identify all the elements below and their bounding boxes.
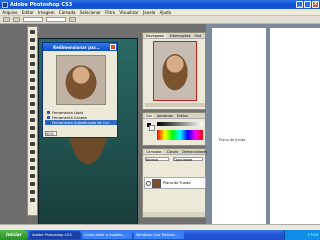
dodge-tool-icon[interactable]	[28, 132, 37, 139]
taskbar-item-messenger[interactable]: Windows Live Messen...	[134, 231, 184, 239]
taskbar-item-photoshop[interactable]: Adobe Photoshop CS3	[30, 231, 80, 239]
dialog-preview	[56, 55, 106, 105]
gray-slider[interactable]	[157, 122, 203, 126]
brush-picker[interactable]	[13, 17, 20, 22]
gradient-tool-icon[interactable]	[28, 116, 37, 123]
resize-dialog: Redimensionar par... Ferramenta Lápis Fe…	[42, 42, 118, 138]
opacity-field[interactable]	[46, 17, 66, 22]
eyedropper-tool-icon[interactable]	[28, 180, 37, 187]
toolbox	[27, 26, 38, 216]
tab-amostras[interactable]: Amostras	[157, 114, 173, 118]
dialog-zoom-field[interactable]: 50%	[45, 131, 57, 136]
menu-imagem[interactable]: Imagem	[38, 10, 54, 15]
background-color-swatch[interactable]	[149, 125, 155, 131]
document-page-right	[270, 28, 320, 224]
marquee-tool-icon[interactable]	[28, 36, 37, 43]
menu-janela[interactable]: Janela	[143, 10, 155, 15]
layer-name: Plano de Fundo	[163, 181, 191, 185]
taskbar-item-browser[interactable]: Como fazer o modelo...	[82, 231, 132, 239]
color-replace-icon	[47, 121, 50, 124]
close-button[interactable]: x	[312, 1, 319, 8]
opacity-field[interactable]: Opacidade	[173, 157, 203, 162]
color-ramp[interactable]	[157, 130, 203, 140]
shape-tool-icon[interactable]	[28, 164, 37, 171]
layers-panel: Camadas Canais Demarcadores Normal Opaci…	[142, 148, 207, 218]
eye-icon[interactable]	[146, 180, 151, 186]
layer-thumbnail	[152, 178, 161, 188]
document-page: Plano de fundo	[212, 28, 266, 224]
type-tool-icon[interactable]	[28, 148, 37, 155]
lasso-tool-icon[interactable]	[28, 44, 37, 51]
stamp-tool-icon[interactable]	[28, 92, 37, 99]
tab-informacoes[interactable]: Informações	[170, 34, 191, 38]
start-button[interactable]: Iniciar	[0, 230, 28, 240]
slice-tool-icon[interactable]	[28, 68, 37, 75]
blur-tool-icon[interactable]	[28, 124, 37, 131]
navigator-thumbnail[interactable]	[153, 41, 197, 101]
tool-preset-picker[interactable]	[3, 17, 10, 22]
navigator-zoom-slider[interactable]	[145, 103, 205, 107]
menu-bar: Arquivo Editar Imagem Camada Selecionar …	[0, 9, 320, 16]
list-item-selected[interactable]: Ferramenta Substituição de Cor	[45, 120, 117, 125]
tab-estilos[interactable]: Estilos	[177, 114, 188, 118]
menu-filtro[interactable]: Filtro	[105, 10, 115, 15]
mode-select[interactable]	[23, 17, 43, 22]
tab-cor[interactable]: Cor	[145, 113, 153, 118]
menu-editar[interactable]: Editar	[22, 10, 34, 15]
pen-tool-icon[interactable]	[28, 140, 37, 147]
airbrush-toggle[interactable]	[69, 17, 76, 22]
tab-camadas[interactable]: Camadas	[145, 149, 163, 154]
menu-visualizar[interactable]: Visualizar	[119, 10, 138, 15]
clock: 17:03	[307, 233, 318, 237]
healing-tool-icon[interactable]	[28, 76, 37, 83]
background-document: Plano de fundo	[206, 24, 320, 230]
taskbar: Iniciar Adobe Photoshop CS3 Como fazer o…	[0, 230, 320, 240]
system-tray: 17:03	[284, 230, 320, 240]
color-panel: Cor Amostras Estilos	[142, 112, 206, 146]
window-title: Adobe Photoshop CS3	[10, 1, 73, 8]
pen-icon	[47, 116, 50, 119]
menu-selecionar[interactable]: Selecionar	[80, 10, 101, 15]
options-bar	[0, 16, 320, 24]
navigator-panel: Navegador Informações Hist	[142, 32, 206, 110]
photoshop-icon	[2, 1, 8, 8]
tab-hist[interactable]: Hist	[195, 34, 202, 38]
minimize-button[interactable]: _	[296, 1, 303, 8]
path-selection-tool-icon[interactable]	[28, 156, 37, 163]
history-brush-tool-icon[interactable]	[28, 100, 37, 107]
dialog-list: Ferramenta Lápis Ferramenta Caneta Ferra…	[45, 110, 117, 125]
tab-demarcadores[interactable]: Demarcadores	[182, 150, 207, 154]
tab-canais[interactable]: Canais	[167, 150, 178, 154]
blend-mode-select[interactable]: Normal	[145, 157, 169, 162]
menu-ajuda[interactable]: Ajuda	[160, 10, 171, 15]
title-bar: Adobe Photoshop CS3 _ x	[0, 0, 320, 9]
zoom-tool-icon[interactable]	[28, 196, 37, 203]
menu-camada[interactable]: Camada	[59, 10, 76, 15]
maximize-button[interactable]	[304, 1, 311, 8]
layers-toolbar[interactable]	[143, 212, 205, 217]
tab-navegador[interactable]: Navegador	[145, 33, 166, 38]
pencil-icon	[47, 111, 50, 114]
magic-wand-tool-icon[interactable]	[28, 52, 37, 59]
dialog-close-button[interactable]	[110, 44, 116, 50]
notes-tool-icon[interactable]	[28, 172, 37, 179]
brush-tool-icon[interactable]	[28, 84, 37, 91]
eraser-tool-icon[interactable]	[28, 108, 37, 115]
layer-row[interactable]: Plano de Fundo	[144, 177, 206, 189]
menu-arquivo[interactable]: Arquivo	[2, 10, 17, 15]
document-text: Plano de fundo	[219, 138, 246, 142]
crop-tool-icon[interactable]	[28, 60, 37, 67]
move-tool-icon[interactable]	[28, 28, 37, 35]
hand-tool-icon[interactable]	[28, 188, 37, 195]
dialog-title: Redimensionar par...	[43, 43, 117, 51]
